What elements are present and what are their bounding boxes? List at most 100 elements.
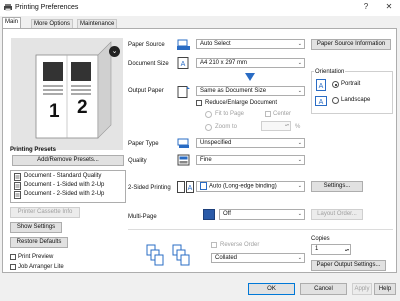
preset-item-label: Document - Standard Quality — [24, 173, 102, 179]
quality-label: Quality — [128, 158, 147, 164]
print-preview-checkbox[interactable] — [10, 254, 16, 260]
copies-input[interactable]: 1 ▴▾ — [311, 244, 351, 255]
document-icon — [14, 182, 21, 190]
chevron-down-icon[interactable]: ⌄ — [109, 46, 120, 57]
tab-more-options-label: More Options — [34, 21, 71, 27]
two-sided-select[interactable]: Auto (Long-edge binding) ⌄ — [196, 181, 305, 192]
chevron-down-icon: ⌄ — [297, 183, 302, 189]
document-size-select[interactable]: A4 210 x 297 mm ⌄ — [196, 58, 305, 68]
layout-order-button[interactable]: Layout Order... — [311, 209, 363, 220]
printer-cassette-info-button[interactable]: Printer Cassette Info — [10, 207, 80, 218]
output-paper-icon — [177, 86, 190, 98]
add-remove-presets-button[interactable]: Add/Remove Presets... — [12, 155, 124, 166]
center-checkbox[interactable] — [265, 111, 271, 117]
paper-source-label: Paper Source — [128, 42, 165, 48]
show-settings-button[interactable]: Show Settings — [10, 222, 62, 233]
chevron-down-icon: ⌄ — [297, 157, 302, 163]
spin-icon: ▴▾ — [284, 122, 289, 127]
collated-pages-icon — [146, 244, 190, 266]
orientation-group — [311, 71, 393, 114]
arrow-down-icon — [245, 73, 255, 81]
two-sided-value-icon — [200, 182, 207, 190]
multi-page-label: Multi-Page — [128, 214, 157, 220]
two-sided-value: Auto (Long-edge binding) — [209, 183, 277, 190]
document-size-icon: A — [177, 57, 189, 69]
output-paper-value: Same as Document Size — [200, 88, 267, 94]
svg-text:A: A — [181, 61, 186, 68]
document-icon — [14, 173, 21, 181]
paper-source-select[interactable]: Auto Select ⌄ — [196, 39, 305, 49]
help-icon[interactable]: ? — [360, 2, 372, 11]
print-preview-label: Print Preview — [18, 254, 54, 260]
copies-value: 1 — [315, 246, 319, 252]
svg-text:A: A — [319, 99, 324, 106]
chevron-down-icon: ⌄ — [297, 88, 302, 94]
paper-type-icon — [177, 138, 189, 148]
ok-button[interactable]: OK — [248, 283, 295, 295]
quality-icon — [177, 154, 190, 166]
printer-icon — [4, 4, 12, 11]
restore-defaults-button[interactable]: Restore Defaults — [10, 237, 68, 248]
preset-item-label: Document - 2-Sided with 2-Up — [24, 191, 105, 197]
print-preview-box: 1 2 ⌄ — [11, 38, 123, 150]
separator — [128, 229, 393, 230]
output-paper-select[interactable]: Same as Document Size ⌄ — [196, 86, 305, 96]
chevron-down-icon: ⌄ — [297, 60, 302, 66]
reverse-order-checkbox[interactable] — [211, 242, 217, 248]
output-paper-label: Output Paper — [128, 88, 164, 94]
apply-button[interactable]: Apply — [352, 283, 372, 295]
multi-page-icon — [203, 209, 215, 220]
page-preview-image — [35, 41, 112, 139]
close-icon[interactable]: ✕ — [383, 2, 395, 11]
paper-source-value: Auto Select — [200, 41, 231, 47]
presets-heading: Printing Presets — [10, 147, 57, 153]
zoom-to-radio[interactable] — [205, 124, 212, 131]
quality-select[interactable]: Fine ⌄ — [196, 155, 305, 165]
zoom-to-label: Zoom to — [215, 124, 238, 130]
chevron-down-icon: ⌄ — [297, 255, 302, 261]
zoom-percent-input[interactable]: ▴▾ — [261, 121, 291, 131]
orientation-label: Orientation — [314, 69, 346, 75]
chevron-down-icon: ⌄ — [297, 41, 302, 47]
two-sided-icon: A — [177, 181, 194, 193]
tab-main-label: Main — [5, 19, 19, 25]
quality-value: Fine — [200, 157, 212, 163]
svg-text:A: A — [319, 83, 324, 90]
main-panel: 1 2 ⌄ Printing Presets Add/Remove Preset… — [2, 28, 397, 273]
document-size-label: Document Size — [128, 61, 169, 67]
chevron-down-icon: ⌄ — [297, 140, 302, 146]
two-sided-label: 2-Sided Printing — [128, 185, 171, 191]
fit-to-page-radio[interactable] — [205, 111, 212, 118]
reduce-enlarge-checkbox[interactable] — [196, 100, 202, 106]
document-icon — [14, 191, 21, 199]
document-size-value: A4 210 x 297 mm — [200, 60, 248, 66]
preview-page-number-1: 1 — [49, 101, 60, 122]
paper-type-value: Unspecified — [200, 140, 232, 146]
collate-value: Collated — [215, 255, 238, 261]
multi-page-value: Off — [223, 211, 231, 217]
reduce-enlarge-label: Reduce/Enlarge Document — [205, 100, 278, 106]
paper-type-select[interactable]: Unspecified ⌄ — [196, 138, 305, 148]
two-sided-settings-button[interactable]: Settings... — [311, 181, 363, 192]
spin-icon: ▴▾ — [344, 247, 349, 252]
cancel-button[interactable]: Cancel — [300, 283, 347, 295]
reverse-order-label: Reverse Order — [220, 242, 260, 248]
title-bar: Printing Preferences ? ✕ — [0, 0, 400, 16]
multi-page-select[interactable]: Off ⌄ — [219, 209, 305, 220]
help-button[interactable]: Help — [374, 283, 396, 295]
landscape-label: Landscape — [341, 97, 371, 103]
presets-list: Document - Standard Quality Document - 1… — [10, 170, 126, 203]
svg-text:A: A — [188, 185, 193, 192]
portrait-icon: A — [316, 79, 326, 91]
chevron-down-icon: ⌄ — [297, 211, 302, 217]
fit-to-page-label: Fit to Page — [215, 111, 245, 117]
paper-source-information-button[interactable]: Paper Source Information — [311, 39, 391, 50]
job-arranger-lite-checkbox[interactable] — [10, 264, 16, 270]
landscape-radio[interactable] — [332, 97, 339, 104]
collate-select[interactable]: Collated ⌄ — [211, 253, 305, 263]
center-label: Center — [273, 111, 292, 117]
tab-maintenance-label: Maintenance — [80, 21, 115, 27]
portrait-radio[interactable] — [332, 81, 339, 88]
paper-output-settings-button[interactable]: Paper Output Settings... — [311, 260, 386, 271]
printing-preferences-window: Printing Preferences ? ✕ Main More Optio… — [0, 0, 400, 301]
